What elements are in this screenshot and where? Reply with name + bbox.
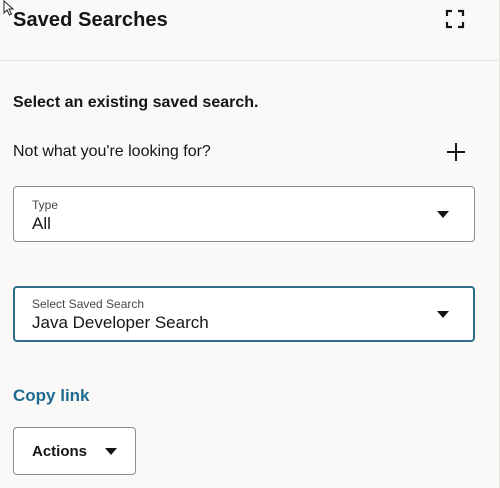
type-select-value: All (32, 214, 51, 233)
panel-title: Saved Searches (13, 9, 168, 31)
instruction-text: Select an existing saved search. (13, 94, 259, 111)
panel-header: Saved Searches (0, 0, 500, 61)
actions-button-label: Actions (32, 443, 88, 460)
caret-down-icon (105, 448, 117, 455)
saved-search-select[interactable]: Select Saved Search Java Developer Searc… (13, 286, 475, 342)
not-found-prompt: Not what you're looking for? (13, 143, 211, 160)
saved-searches-panel: Saved Searches Select an existing saved … (0, 0, 500, 488)
type-select-label: Type (32, 198, 59, 212)
type-select[interactable]: Type All (13, 186, 475, 242)
expand-icon[interactable] (444, 8, 466, 30)
caret-down-icon (437, 311, 449, 318)
saved-search-select-label: Select Saved Search (32, 297, 145, 311)
caret-down-icon (437, 211, 449, 218)
saved-search-select-value: Java Developer Search (32, 313, 209, 332)
actions-button[interactable]: Actions (13, 427, 136, 475)
plus-icon[interactable] (443, 139, 469, 165)
copy-link[interactable]: Copy link (13, 385, 90, 407)
